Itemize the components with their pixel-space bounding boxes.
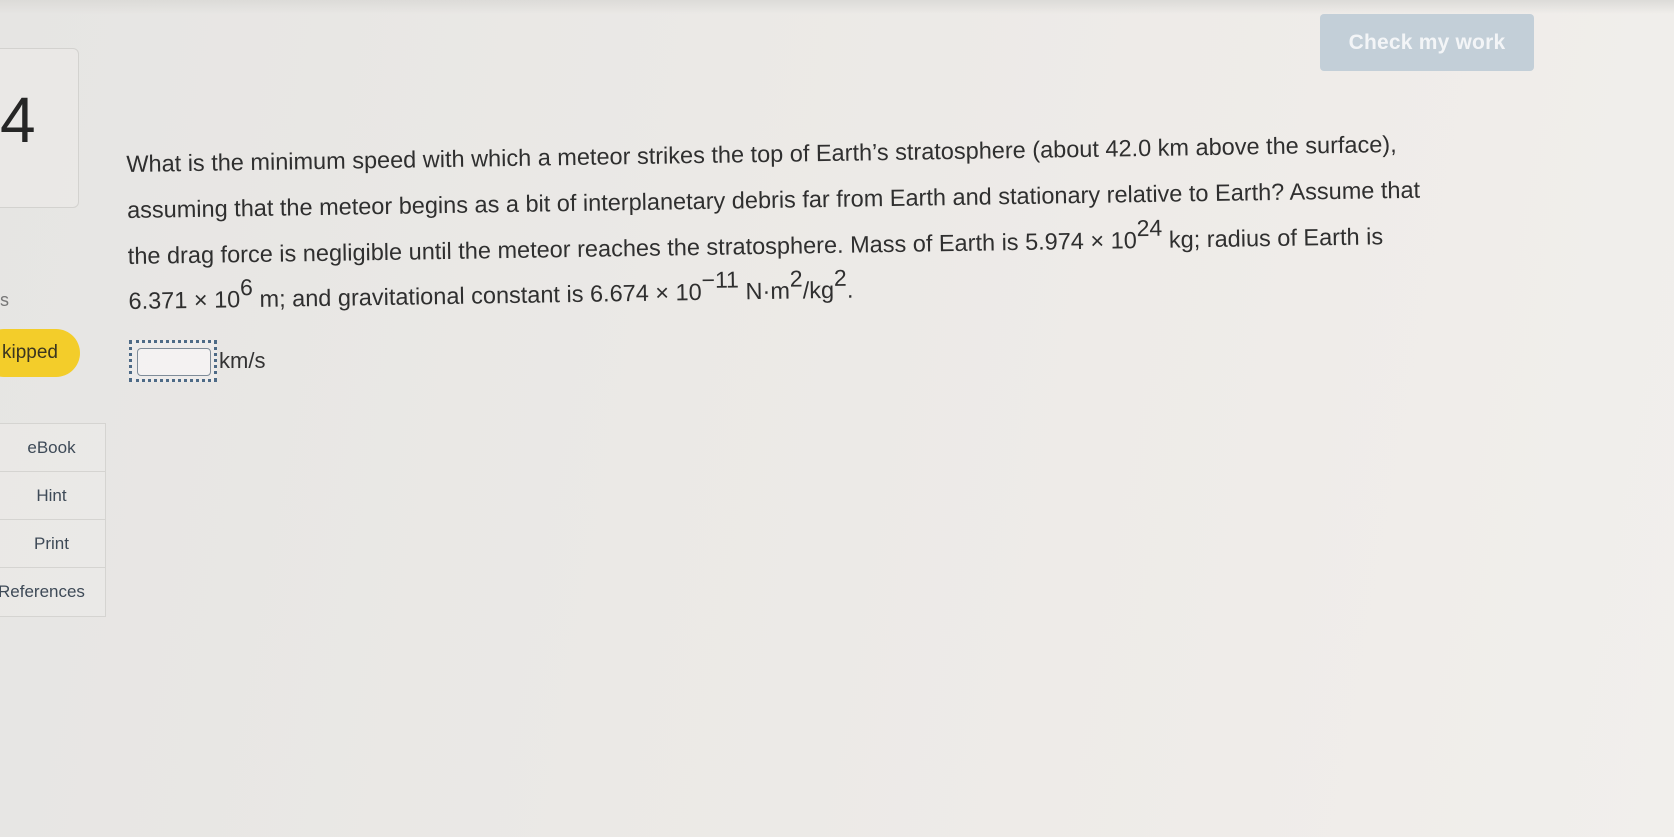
earth-mass-text: the drag force is negligible until the m… — [127, 226, 1137, 269]
unit-kg-exponent: 2 — [833, 265, 847, 292]
earth-mass-unit: kg; radius of Earth is — [1162, 222, 1384, 253]
top-border — [0, 0, 1674, 14]
hint-button[interactable]: Hint — [0, 472, 105, 520]
earth-radius-exponent: 6 — [239, 274, 254, 301]
line-end-period: . — [846, 277, 854, 304]
answer-row: km/s — [129, 340, 265, 382]
unit-meter-exponent: 2 — [789, 265, 803, 293]
check-my-work-button[interactable]: Check my work — [1320, 14, 1534, 71]
skipped-status-badge: kipped — [0, 329, 80, 377]
points-label: s — [0, 290, 9, 310]
grav-constant-exponent: −11 — [701, 266, 740, 294]
answer-unit-label: km/s — [219, 348, 266, 373]
question-text: What is the minimum speed with which a m… — [126, 119, 1569, 325]
grav-constant-text: m; and gravitational constant is 6.674 ×… — [252, 279, 702, 313]
earth-mass-exponent: 24 — [1136, 214, 1163, 241]
question-tools-panel: eBook Hint Print References — [0, 423, 106, 617]
earth-radius-text: 6.371 × 10 — [128, 286, 241, 315]
print-button[interactable]: Print — [0, 520, 105, 568]
unit-newton-meter: N·m — [738, 278, 791, 305]
ebook-button[interactable]: eBook — [0, 424, 105, 472]
question-number: 4 — [0, 84, 36, 156]
references-button[interactable]: References — [0, 568, 105, 616]
answer-input[interactable] — [137, 348, 211, 376]
answer-input-frame[interactable] — [129, 340, 217, 382]
unit-kg: /kg — [802, 277, 835, 304]
